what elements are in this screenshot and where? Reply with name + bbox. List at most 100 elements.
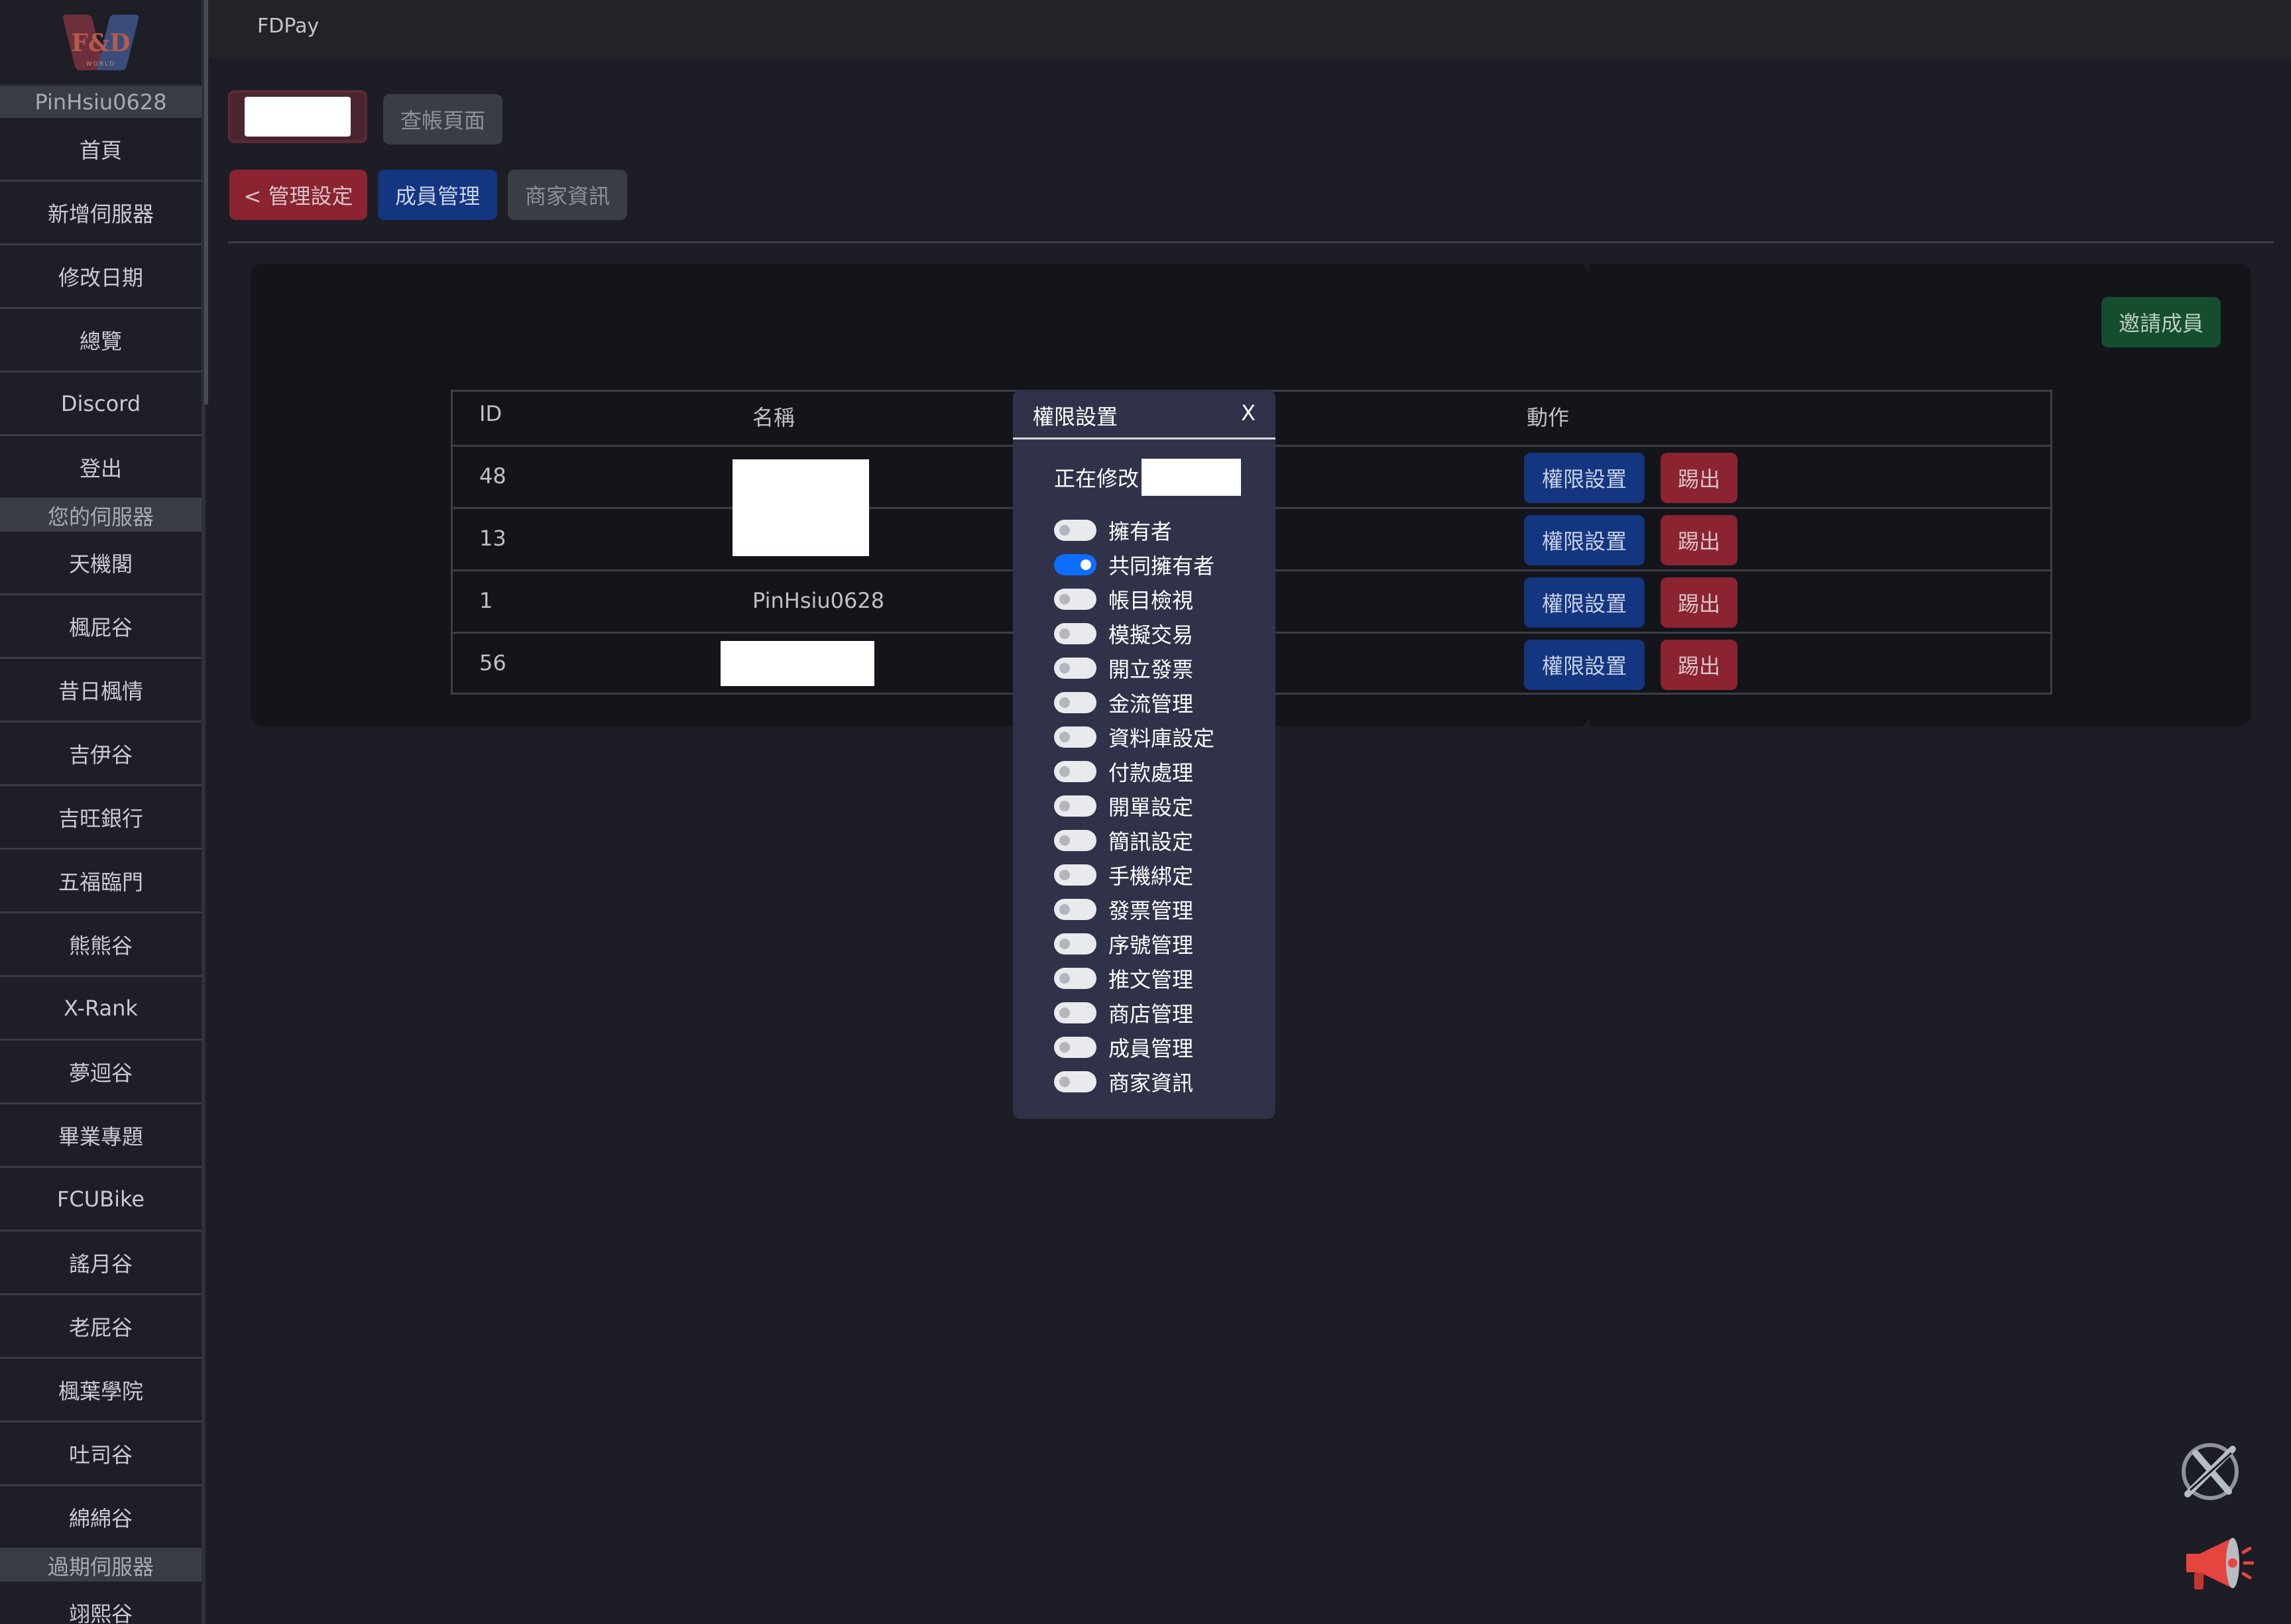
- sidebar-item-modify-date[interactable]: 修改日期: [0, 245, 202, 309]
- permission-toggle-row: 開立發票: [1054, 651, 1193, 685]
- kick-member-button[interactable]: 踢出: [1661, 515, 1737, 565]
- permission-settings-button[interactable]: 權限設置: [1524, 640, 1645, 690]
- permission-toggle-row: 簡訊設定: [1054, 823, 1193, 858]
- permission-switch[interactable]: [1054, 554, 1096, 575]
- permission-label: 擁有者: [1108, 519, 1173, 544]
- permission-switch[interactable]: [1054, 1002, 1096, 1023]
- permission-switch[interactable]: [1054, 1037, 1096, 1058]
- kick-member-button[interactable]: 踢出: [1661, 577, 1737, 628]
- sidebar-item-overview[interactable]: 總覽: [0, 309, 202, 373]
- sidebar-server-item[interactable]: 綿綿谷: [0, 1486, 202, 1550]
- redacted-member-name: [733, 459, 869, 556]
- top-navbar: FDPay: [208, 0, 2291, 57]
- permission-toggle-row: 帳目檢視: [1054, 582, 1193, 616]
- logo-text: F&D: [71, 29, 131, 57]
- editing-label: 正在修改: [1054, 466, 1140, 491]
- sidebar-section-expired-servers: 過期伺服器: [0, 1550, 202, 1582]
- permission-label: 推文管理: [1108, 967, 1194, 992]
- fd-logo[interactable]: F&D WORLD: [62, 9, 140, 76]
- permission-switch[interactable]: [1054, 1071, 1096, 1092]
- switch-knob: [1059, 835, 1070, 846]
- permission-settings-modal: 權限設置 X 正在修改 擁有者 共同擁有者 帳目檢視 模擬交易 開立發票 金流管理 資料庫設…: [1013, 390, 1275, 1119]
- sidebar-item-logout[interactable]: 登出: [0, 436, 202, 500]
- sidebar-item-discord[interactable]: Discord: [0, 373, 202, 436]
- modal-close-button[interactable]: X: [1241, 400, 1256, 426]
- permission-switch[interactable]: [1054, 864, 1096, 886]
- switch-knob: [1059, 766, 1070, 777]
- sidebar-server-item[interactable]: 吉伊谷: [0, 723, 202, 786]
- check-accounts-button[interactable]: 查帳頁面: [383, 94, 502, 145]
- permission-switch[interactable]: [1054, 830, 1096, 851]
- permission-label: 商家資訊: [1108, 1071, 1194, 1096]
- logo-subtext: WORLD: [86, 61, 116, 68]
- sidebar-server-item[interactable]: 夢迴谷: [0, 1041, 202, 1104]
- permission-toggle-row: 付款處理: [1054, 754, 1193, 789]
- permission-toggle-row: 共同擁有者: [1054, 548, 1214, 582]
- row-id: 13: [479, 526, 506, 551]
- permission-switch[interactable]: [1054, 726, 1096, 748]
- permission-toggle-row: 商家資訊: [1054, 1065, 1193, 1099]
- permission-switch[interactable]: [1054, 795, 1096, 817]
- permission-label: 金流管理: [1108, 691, 1194, 717]
- invite-member-button[interactable]: 邀請成員: [2101, 297, 2221, 347]
- sidebar-expired-server-item[interactable]: 翊熙谷: [0, 1582, 202, 1624]
- switch-knob: [1059, 1008, 1070, 1018]
- permission-settings-button[interactable]: 權限設置: [1524, 515, 1645, 565]
- permission-toggle-row: 成員管理: [1054, 1030, 1193, 1065]
- switch-knob: [1059, 1076, 1070, 1087]
- sidebar-server-item[interactable]: FCUBike: [0, 1168, 202, 1232]
- permission-switch[interactable]: [1054, 933, 1096, 955]
- account-selector-button[interactable]: [228, 90, 367, 143]
- row-id: 48: [479, 463, 506, 489]
- permission-switch[interactable]: [1054, 520, 1096, 541]
- sidebar-item-home[interactable]: 首頁: [0, 118, 202, 182]
- kick-member-button[interactable]: 踢出: [1661, 640, 1737, 690]
- sidebar-username: PinHsiu0628: [0, 86, 202, 118]
- permission-toggle-row: 推文管理: [1054, 961, 1193, 996]
- permission-switch[interactable]: [1054, 761, 1096, 782]
- modal-title: 權限設置: [1033, 404, 1118, 430]
- redacted-account-name: [245, 97, 351, 137]
- permission-settings-button[interactable]: 權限設置: [1524, 453, 1645, 503]
- permission-toggle-row: 發票管理: [1054, 892, 1193, 927]
- tab-merchant-info[interactable]: 商家資訊: [508, 170, 627, 220]
- sidebar-server-item[interactable]: 吉旺銀行: [0, 786, 202, 850]
- permission-switch[interactable]: [1054, 589, 1096, 610]
- permission-settings-button[interactable]: 權限設置: [1524, 577, 1645, 628]
- permission-switch[interactable]: [1054, 968, 1096, 989]
- sidebar-server-item[interactable]: 楓屁谷: [0, 595, 202, 659]
- permission-switch[interactable]: [1054, 692, 1096, 713]
- permission-switch[interactable]: [1054, 623, 1096, 644]
- back-to-management-button[interactable]: < 管理設定: [229, 170, 367, 220]
- sidebar-server-item[interactable]: 昔日楓情: [0, 659, 202, 723]
- switch-knob: [1059, 870, 1070, 880]
- tab-member-management[interactable]: 成員管理: [378, 170, 497, 220]
- sidebar-scrollbar[interactable]: [204, 0, 208, 404]
- kick-member-button[interactable]: 踢出: [1661, 453, 1737, 503]
- logo-container: F&D WORLD: [0, 0, 202, 86]
- permission-label: 付款處理: [1108, 760, 1194, 785]
- permission-switch[interactable]: [1054, 899, 1096, 920]
- x-logo-icon[interactable]: [2176, 1437, 2245, 1506]
- megaphone-icon[interactable]: [2181, 1531, 2254, 1595]
- permission-label: 成員管理: [1108, 1036, 1194, 1061]
- sidebar-server-item[interactable]: 熊熊谷: [0, 913, 202, 977]
- switch-knob: [1059, 973, 1070, 984]
- modal-header: 權限設置 X: [1013, 390, 1275, 439]
- permission-label: 簡訊設定: [1108, 829, 1194, 854]
- sidebar-item-add-server[interactable]: 新增伺服器: [0, 182, 202, 245]
- sidebar-server-item[interactable]: 吐司谷: [0, 1422, 202, 1486]
- sidebar-server-item[interactable]: 畢業專題: [0, 1104, 202, 1168]
- sidebar-server-item[interactable]: X-Rank: [0, 977, 202, 1041]
- sidebar-server-item[interactable]: 天機閣: [0, 532, 202, 595]
- row-id: 56: [479, 650, 506, 675]
- sidebar-server-item[interactable]: 老屁谷: [0, 1295, 202, 1359]
- sidebar-server-item[interactable]: 楓葉學院: [0, 1359, 202, 1422]
- permission-label: 發票管理: [1108, 898, 1194, 923]
- brand-link[interactable]: FDPay: [257, 15, 319, 38]
- permission-label: 開單設定: [1108, 795, 1194, 820]
- permission-switch[interactable]: [1054, 658, 1096, 679]
- sidebar-server-item[interactable]: 謠月谷: [0, 1232, 202, 1295]
- sidebar-server-item[interactable]: 五福臨門: [0, 850, 202, 913]
- permission-toggle-row: 商店管理: [1054, 996, 1193, 1030]
